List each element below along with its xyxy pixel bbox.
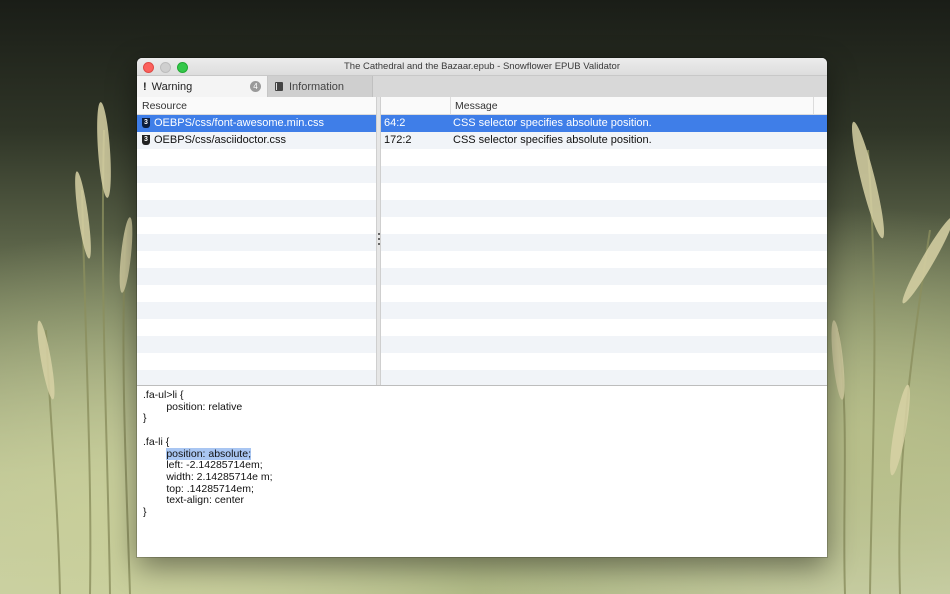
code-highlight: position: absolute; bbox=[166, 447, 251, 460]
window-title: The Cathedral and the Bazaar.epub - Snow… bbox=[343, 61, 620, 72]
resource-rows: 3 OEBPS/css/font-awesome.min.css 3 OEBPS… bbox=[137, 115, 376, 385]
resource-name: OEBPS/css/font-awesome.min.css bbox=[154, 117, 324, 129]
book-icon bbox=[275, 82, 283, 91]
resource-header-label: Resource bbox=[142, 100, 187, 112]
message-text: CSS selector specifies absolute position… bbox=[453, 117, 652, 129]
code-after: left: -2.14285714em; width: 2.14285714e … bbox=[143, 459, 273, 519]
message-location: 172:2 bbox=[384, 134, 412, 146]
warning-count-badge: 4 bbox=[250, 81, 261, 92]
message-text: CSS selector specifies absolute position… bbox=[453, 134, 652, 146]
resource-column-header[interactable]: Resource bbox=[137, 97, 376, 115]
resource-list: Resource 3 OEBPS/css/font-awesome.min.cs… bbox=[137, 97, 376, 385]
tab-information-label: Information bbox=[289, 80, 345, 93]
validator-window: The Cathedral and the Bazaar.epub - Snow… bbox=[137, 58, 827, 557]
tab-warning-label: Warning bbox=[151, 80, 193, 93]
message-column-header[interactable]: Message bbox=[381, 97, 827, 115]
tab-information[interactable]: Information bbox=[268, 76, 373, 97]
css-file-icon: 3 bbox=[142, 118, 150, 128]
divider-grip-icon bbox=[378, 233, 380, 246]
table-row[interactable]: 3 OEBPS/css/asciidoctor.css bbox=[137, 132, 376, 149]
results-split-view: Resource 3 OEBPS/css/font-awesome.min.cs… bbox=[137, 97, 827, 385]
column-separator[interactable] bbox=[450, 97, 451, 114]
table-row[interactable]: 64:2 CSS selector specifies absolute pos… bbox=[381, 115, 827, 132]
exclamation-icon: ! bbox=[143, 80, 147, 93]
table-row[interactable]: 172:2 CSS selector specifies absolute po… bbox=[381, 132, 827, 149]
message-header-label: Message bbox=[455, 100, 498, 112]
message-location: 64:2 bbox=[384, 117, 406, 129]
source-preview[interactable]: .fa-ul>li { position: relative } .fa-li … bbox=[137, 385, 827, 557]
message-rows: 64:2 CSS selector specifies absolute pos… bbox=[381, 115, 827, 385]
css-file-icon: 3 bbox=[142, 135, 150, 145]
message-list: Message 64:2 CSS selector specifies abso… bbox=[381, 97, 827, 385]
title-bar[interactable]: The Cathedral and the Bazaar.epub - Snow… bbox=[137, 58, 827, 76]
tab-bar: ! Warning 4 Information bbox=[137, 76, 827, 98]
source-code: .fa-ul>li { position: relative } .fa-li … bbox=[143, 389, 827, 519]
resource-name: OEBPS/css/asciidoctor.css bbox=[154, 134, 287, 146]
tab-warning[interactable]: ! Warning 4 bbox=[137, 76, 268, 97]
table-row[interactable]: 3 OEBPS/css/font-awesome.min.css bbox=[137, 115, 376, 132]
column-separator[interactable] bbox=[813, 97, 814, 114]
